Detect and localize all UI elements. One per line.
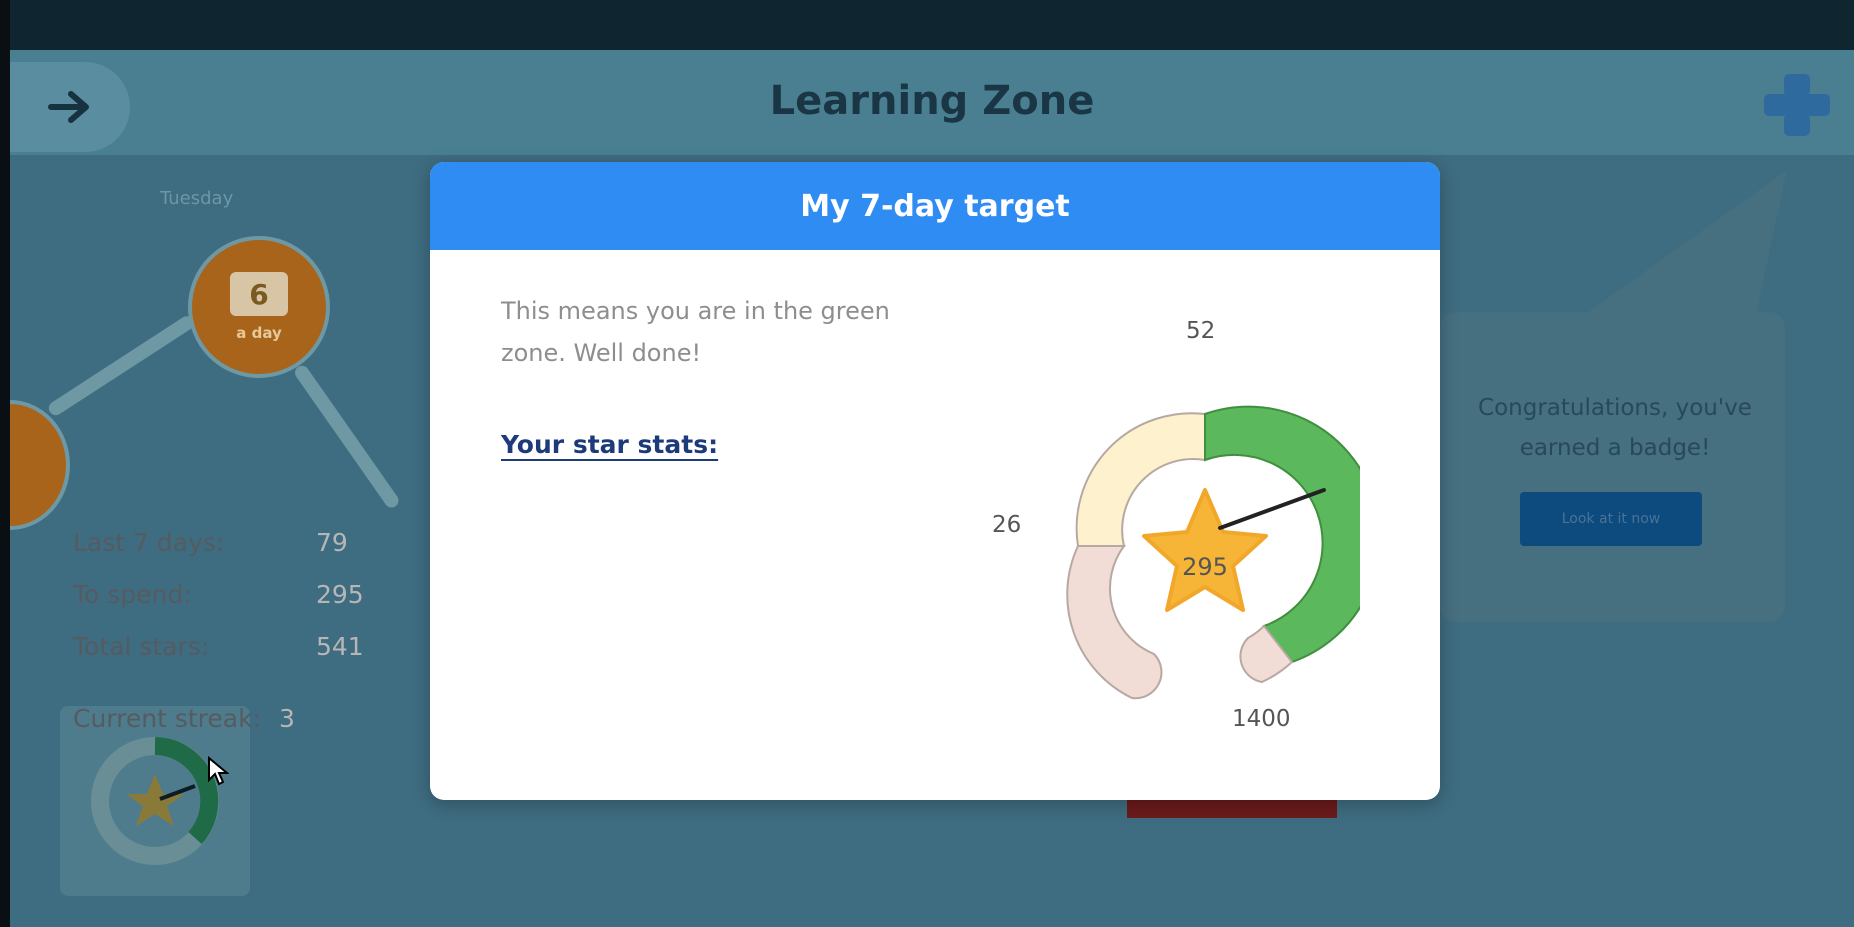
- path-line: [292, 362, 402, 511]
- stat-row-total-stars: Total stars: 541: [73, 632, 364, 661]
- speech-bubble-tail: [1562, 170, 1788, 330]
- stat-value: 541: [316, 632, 364, 661]
- calendar-icon: 6: [230, 272, 288, 316]
- streak-value: 3: [278, 704, 295, 733]
- path-node[interactable]: [10, 400, 70, 530]
- top-bar: [10, 0, 1854, 50]
- modal-title: My 7-day target: [430, 162, 1440, 250]
- app-title: Learning Zone: [769, 78, 1095, 124]
- stat-row-current-streak: Current streak: 3: [73, 704, 295, 733]
- day-sub-label: a day: [236, 324, 282, 342]
- look-at-badge-button[interactable]: Look at it now: [1520, 492, 1702, 546]
- mini-gauge-card[interactable]: [60, 706, 250, 896]
- path-line: [46, 313, 197, 418]
- stat-value: 295: [316, 580, 364, 609]
- zone-message: This means you are in the green zone. We…: [501, 297, 890, 367]
- stat-label: To spend:: [73, 580, 192, 609]
- mini-gauge-icon: [91, 737, 219, 865]
- stat-value: 79: [316, 528, 348, 557]
- streak-label: Current streak:: [73, 704, 262, 733]
- stat-row-last-7-days: Last 7 days: 79: [73, 528, 348, 557]
- star-icon: [1142, 488, 1268, 612]
- gauge-needle: [1218, 488, 1326, 530]
- badge-message: Congratulations, you've earned a badge!: [1478, 395, 1752, 461]
- stat-label: Last 7 days:: [73, 528, 225, 557]
- gauge-center-value: 295: [1182, 553, 1228, 581]
- path-caption: Tuesday: [160, 188, 234, 209]
- stat-row-to-spend: To spend: 295: [73, 580, 364, 609]
- path-node-day[interactable]: 6 a day: [188, 236, 330, 378]
- puzzle-logo-icon[interactable]: [1760, 70, 1834, 140]
- day-number: 6: [249, 277, 269, 311]
- stat-label: Total stars:: [73, 632, 210, 661]
- gauge-svg: 295: [1066, 405, 1360, 700]
- star-stats-heading: Your star stats:: [501, 430, 719, 459]
- target-gauge: 52 26 1400 295: [940, 300, 1360, 760]
- gauge-zone-yellow: [1075, 412, 1206, 547]
- gauge-zone-red-left: [1066, 545, 1163, 700]
- mouse-cursor-icon: [208, 756, 229, 786]
